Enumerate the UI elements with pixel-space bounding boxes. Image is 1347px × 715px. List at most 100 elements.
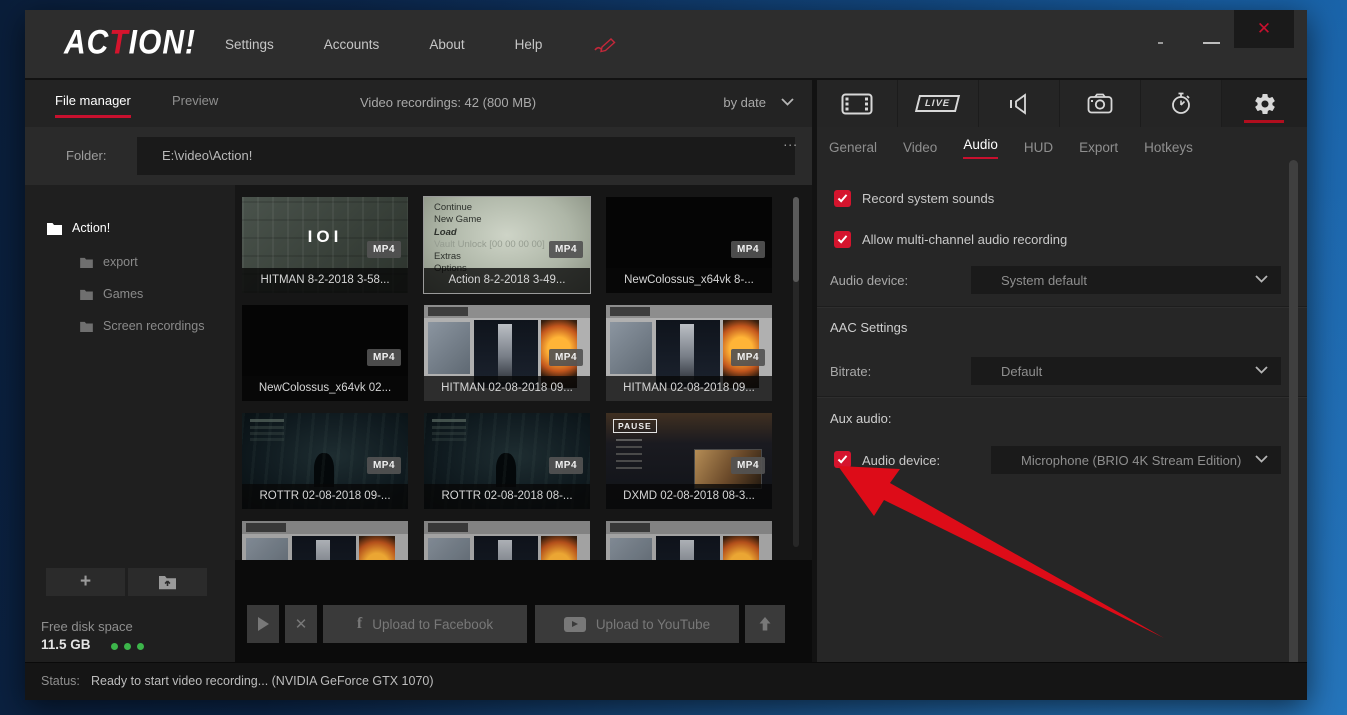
folder-tree: Action! export Games Screen recordings +	[25, 185, 235, 662]
check-icon	[837, 194, 848, 203]
upload-facebook-label: Upload to Facebook	[372, 617, 493, 632]
video-thumbnail[interactable]: MP4 ROTTR 02-08-2018 08-...	[424, 413, 590, 509]
upload-arrow-icon	[757, 616, 773, 632]
thumbnail-art	[242, 521, 408, 560]
ioi-logo: IOI	[242, 227, 408, 247]
audio-device-dropdown[interactable]: System default	[971, 266, 1281, 294]
folder-icon	[79, 257, 94, 268]
thumbnail-title: NewColossus_x64vk 02...	[242, 376, 408, 401]
chevron-down-icon	[1255, 275, 1268, 283]
upload-youtube-button[interactable]: Upload to YouTube	[535, 605, 739, 643]
bitrate-dropdown[interactable]: Default	[971, 357, 1281, 385]
window-dot-icon[interactable]	[1158, 42, 1163, 44]
check-icon	[837, 455, 848, 464]
speaker-icon	[1008, 93, 1030, 115]
video-thumbnail[interactable]	[424, 521, 590, 560]
upload-facebook-button[interactable]: f Upload to Facebook	[323, 605, 527, 643]
tab-export[interactable]: Export	[1079, 140, 1118, 155]
section-divider	[817, 306, 1307, 308]
video-thumbnail[interactable]	[606, 521, 772, 560]
thumbnail-title: HITMAN 02-08-2018 09...	[424, 376, 590, 401]
grid-scrollbar[interactable]	[793, 197, 799, 547]
video-thumbnail[interactable]: PAUSE MP4 DXMD 02-08-2018 08-3...	[606, 413, 772, 509]
video-thumbnail[interactable]: MP4 NewColossus_x64vk 8-...	[606, 197, 772, 293]
grid-scrollbar-thumb[interactable]	[793, 197, 799, 282]
pen-tool-icon[interactable]	[592, 34, 622, 54]
close-button[interactable]: ✕	[1234, 10, 1294, 48]
aux-audio-device-value: Microphone (BRIO 4K Stream Edition)	[1021, 453, 1241, 468]
tree-item-action[interactable]: Action!	[46, 221, 110, 235]
menu-about[interactable]: About	[429, 37, 464, 52]
tree-item-label: Action!	[72, 221, 110, 235]
aux-audio-device-checkbox[interactable]	[834, 451, 851, 468]
video-thumbnail[interactable]: IOI MP4 HITMAN 8-2-2018 3-58...	[242, 197, 408, 293]
tree-item-screen-recordings[interactable]: Screen recordings	[79, 319, 204, 333]
file-manager-header: File manager Preview Video recordings: 4…	[25, 80, 812, 127]
play-button[interactable]	[247, 605, 279, 643]
tree-item-label: Screen recordings	[103, 319, 204, 333]
settings-scrollbar[interactable]	[1289, 160, 1298, 666]
disk-status-dots	[111, 643, 144, 650]
video-thumbnail[interactable]: Continue New Game Load Vault Unlock [00 …	[424, 197, 590, 293]
menu-settings[interactable]: Settings	[225, 37, 274, 52]
record-system-sounds-checkbox[interactable]	[834, 190, 851, 207]
video-thumbnail[interactable]: MP4 HITMAN 02-08-2018 09...	[606, 305, 772, 401]
tab-live-streaming[interactable]: LIVE	[898, 80, 979, 127]
youtube-icon	[564, 617, 586, 632]
multi-channel-label: Allow multi-channel audio recording	[862, 232, 1067, 247]
aac-settings-header: AAC Settings	[830, 320, 907, 335]
export-button[interactable]	[745, 605, 785, 643]
menu-accounts[interactable]: Accounts	[324, 37, 380, 52]
play-icon	[258, 617, 269, 631]
thumbnail-title: NewColossus_x64vk 8-...	[606, 268, 772, 293]
tab-recordings-icon[interactable]	[817, 80, 898, 127]
close-icon: ✕	[1257, 19, 1271, 39]
thumbnail-title: ROTTR 02-08-2018 08-...	[424, 484, 590, 509]
game-menu-text: Continue New Game Load Vault Unlock [00 …	[434, 202, 545, 276]
tab-preview[interactable]: Preview	[172, 93, 218, 108]
tab-file-manager[interactable]: File manager	[55, 93, 131, 118]
folder-label: Folder:	[66, 148, 106, 163]
multi-channel-checkbox[interactable]	[834, 231, 851, 248]
folder-path-input[interactable]: E:\video\Action!	[137, 137, 795, 175]
video-thumbnail[interactable]: MP4 ROTTR 02-08-2018 09-...	[242, 413, 408, 509]
video-thumbnail[interactable]	[242, 521, 408, 560]
tree-item-label: export	[103, 255, 138, 269]
tab-audio-mode[interactable]	[979, 80, 1060, 127]
import-folder-button[interactable]	[128, 568, 207, 596]
upload-youtube-label: Upload to YouTube	[596, 617, 710, 632]
titlebar: ACTION! Settings Accounts About Help ✕	[25, 10, 1307, 78]
tab-hud[interactable]: HUD	[1024, 140, 1053, 155]
tree-item-games[interactable]: Games	[79, 287, 143, 301]
camera-icon	[1087, 93, 1113, 114]
browse-folder-button[interactable]: ...	[783, 133, 798, 149]
thumbnail-title: Action 8-2-2018 3-49...	[424, 268, 590, 293]
status-bar: Status: Ready to start video recording..…	[25, 662, 1307, 700]
chevron-down-icon[interactable]	[781, 98, 794, 106]
check-icon	[837, 235, 848, 244]
tree-item-export[interactable]: export	[79, 255, 138, 269]
video-thumbnail[interactable]: MP4 NewColossus_x64vk 02...	[242, 305, 408, 401]
tab-hotkeys[interactable]: Hotkeys	[1144, 140, 1193, 155]
recordings-grid: IOI MP4 HITMAN 8-2-2018 3-58... Continue…	[235, 185, 812, 662]
tab-audio[interactable]: Audio	[963, 137, 998, 159]
add-folder-button[interactable]: +	[46, 568, 125, 596]
file-manager-panel: File manager Preview Video recordings: 4…	[25, 80, 812, 662]
format-badge: MP4	[731, 349, 765, 366]
tab-settings-gear[interactable]	[1222, 80, 1307, 127]
section-divider	[817, 396, 1307, 398]
tab-screenshot[interactable]	[1060, 80, 1141, 127]
tab-video[interactable]: Video	[903, 140, 937, 155]
sort-by-dropdown[interactable]: by date	[723, 95, 766, 110]
tab-general[interactable]: General	[829, 140, 877, 155]
thumbnail-title: HITMAN 02-08-2018 09...	[606, 376, 772, 401]
minimize-button[interactable]	[1203, 42, 1220, 44]
video-thumbnail[interactable]: MP4 HITMAN 02-08-2018 09...	[424, 305, 590, 401]
active-tab-underline	[1244, 120, 1284, 123]
menu-help[interactable]: Help	[515, 37, 543, 52]
action-logo: ACTION!	[64, 23, 196, 62]
aux-audio-device-dropdown[interactable]: Microphone (BRIO 4K Stream Edition)	[991, 446, 1281, 474]
tab-benchmark[interactable]	[1141, 80, 1222, 127]
delete-button[interactable]: ✕	[285, 605, 317, 643]
delete-icon: ✕	[295, 615, 308, 633]
